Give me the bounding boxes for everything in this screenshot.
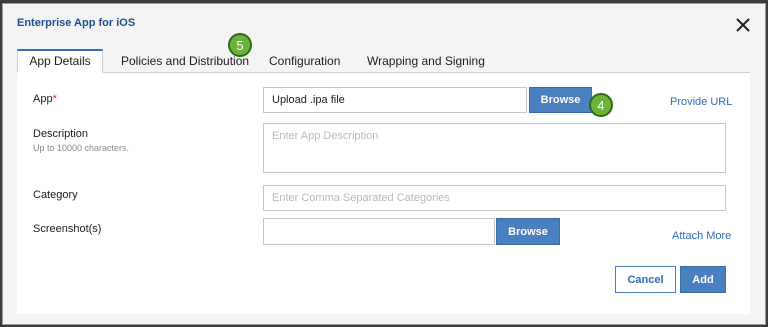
- app-label: App*: [33, 93, 57, 105]
- cancel-button[interactable]: Cancel: [615, 266, 676, 293]
- app-file-field[interactable]: Upload .ipa file: [263, 87, 527, 113]
- close-icon[interactable]: [734, 16, 752, 34]
- tab-label: Wrapping and Signing: [367, 54, 485, 68]
- description-hint: Up to 10000 characters.: [33, 143, 130, 153]
- attach-more-link[interactable]: Attach More: [672, 230, 731, 242]
- category-label: Category: [33, 189, 78, 201]
- add-button[interactable]: Add: [680, 266, 726, 293]
- tab-wrapping-and-signing[interactable]: Wrapping and Signing: [367, 49, 485, 73]
- tab-label: Configuration: [269, 54, 341, 68]
- tab-label: App Details: [29, 54, 91, 68]
- app-label-text: App: [33, 93, 53, 105]
- tab-app-details[interactable]: App Details: [17, 49, 103, 73]
- step-badge-browse: 4: [589, 93, 613, 117]
- step-badge-tabs: 5: [228, 33, 252, 57]
- description-textarea[interactable]: [263, 123, 726, 173]
- category-input[interactable]: [263, 185, 726, 211]
- provide-url-link[interactable]: Provide URL: [670, 96, 732, 108]
- description-label: Description: [33, 128, 89, 140]
- screenshots-file-field[interactable]: [263, 218, 495, 245]
- required-marker: *: [52, 93, 57, 105]
- app-details-panel: App* Upload .ipa file Browse 4 Provide U…: [17, 72, 750, 314]
- dialog-title: Enterprise App for iOS: [17, 17, 136, 29]
- tab-label: Policies and Distribution: [121, 54, 250, 68]
- tab-configuration[interactable]: Configuration: [269, 49, 340, 73]
- screenshots-browse-button[interactable]: Browse: [496, 218, 560, 245]
- enterprise-app-dialog: Enterprise App for iOS App Details Polic…: [2, 3, 766, 325]
- screenshots-label: Screenshot(s): [33, 223, 102, 235]
- app-browse-button[interactable]: Browse: [529, 87, 592, 113]
